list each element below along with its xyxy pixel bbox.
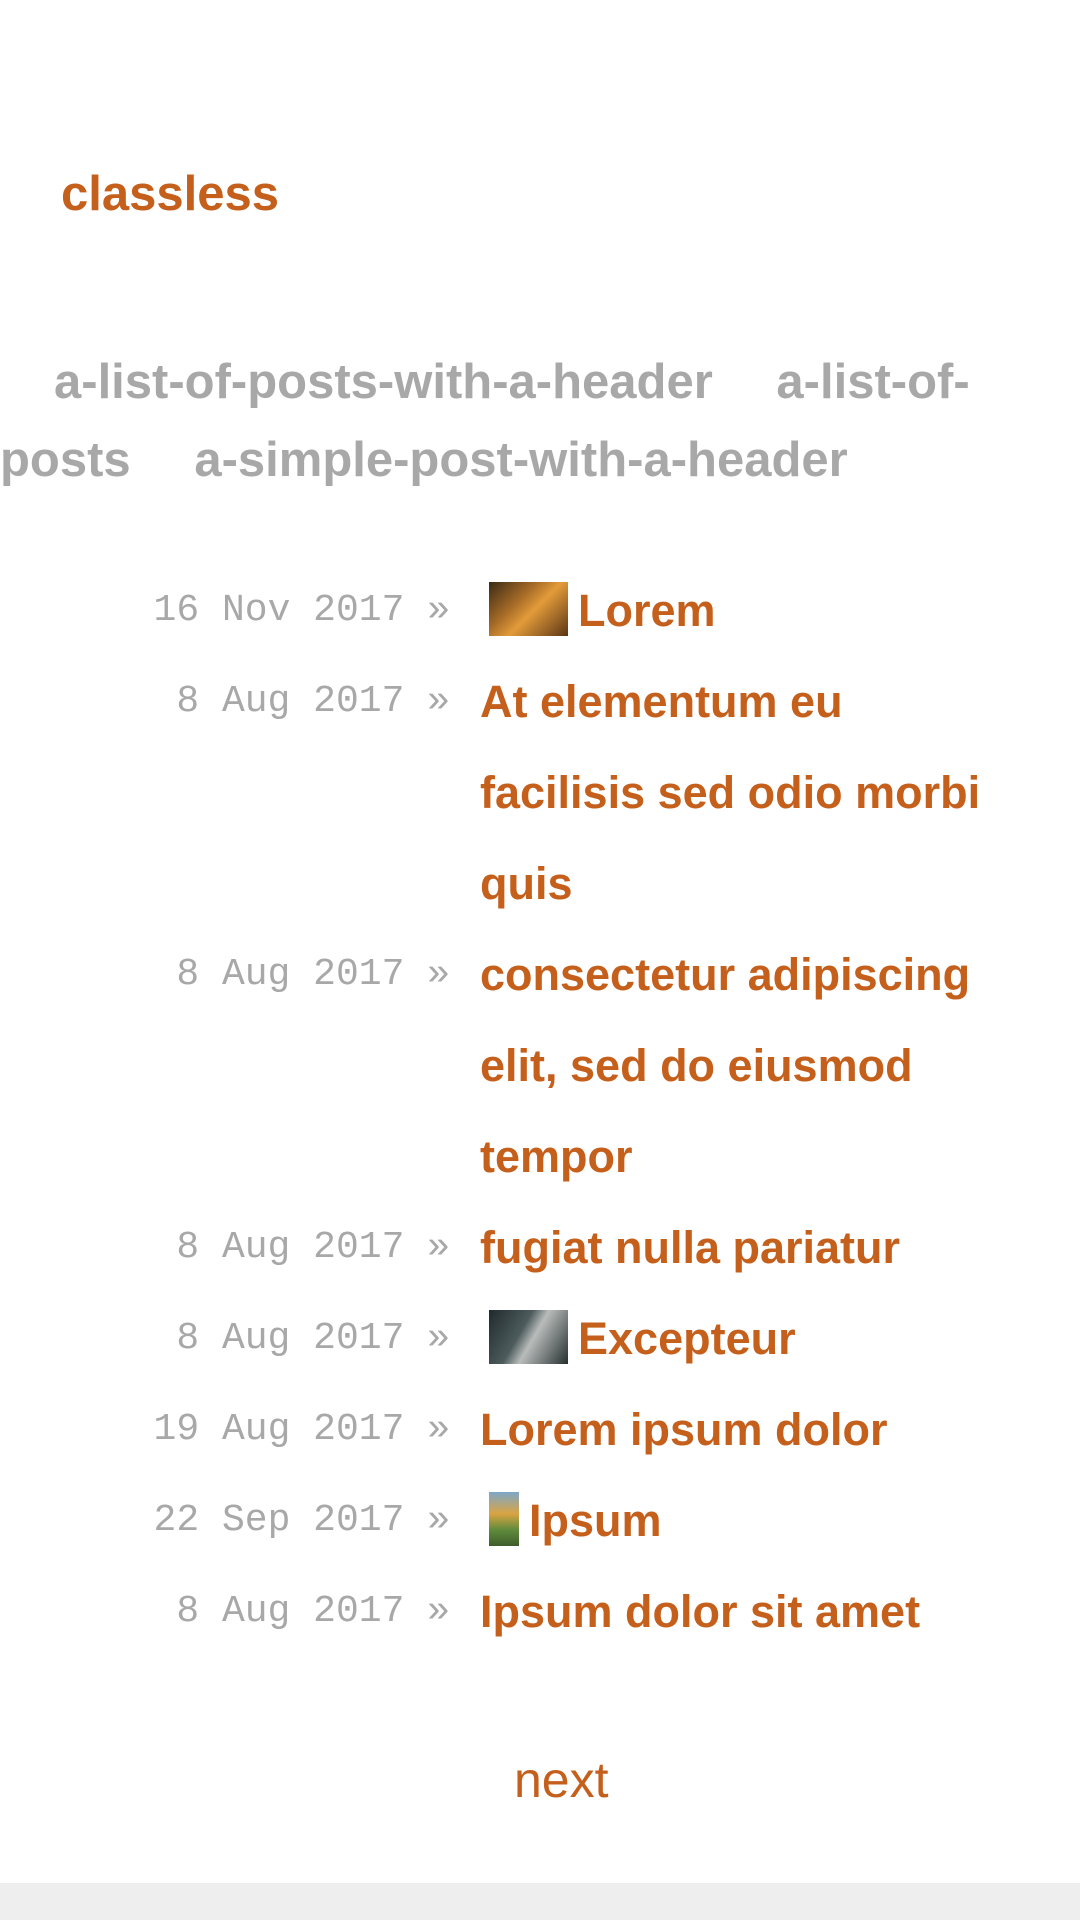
post-title-link[interactable]: Lorem ipsum dolor (480, 1384, 1010, 1475)
post-date: 16 Nov 2017 » (153, 589, 450, 632)
post-thumbnail (489, 1310, 568, 1365)
site-title-link[interactable]: classless (61, 165, 279, 224)
post-row: 8 Aug 2017 » Ipsum dolor sit amet (0, 1566, 1080, 1657)
tag-list: a-list-of-posts-with-a-header a-list-of-… (0, 343, 1055, 499)
post-thumbnail (489, 582, 568, 637)
post-row: 19 Aug 2017 » Lorem ipsum dolor (0, 1384, 1080, 1475)
post-row: 22 Sep 2017 » Ipsum (0, 1475, 1080, 1566)
post-row: 8 Aug 2017 » At elementum eu facilisis s… (0, 656, 1080, 929)
post-row: 8 Aug 2017 » Excepteur (0, 1293, 1080, 1384)
post-date: 8 Aug 2017 » (176, 953, 450, 996)
post-title-link[interactable]: consectetur adipiscing elit, sed do eius… (480, 929, 1010, 1202)
post-title-text: Ipsum (529, 1495, 662, 1546)
post-title-link[interactable]: Ipsum (480, 1475, 1010, 1566)
post-row: 16 Nov 2017 » Lorem (0, 565, 1080, 656)
post-row: 8 Aug 2017 » fugiat nulla pariatur (0, 1202, 1080, 1293)
post-date: 8 Aug 2017 » (176, 1317, 450, 1360)
post-list: 16 Nov 2017 » Lorem 8 Aug 2017 » At elem… (0, 565, 1080, 1657)
post-title-link[interactable]: Ipsum dolor sit amet (480, 1566, 1010, 1657)
post-date: 19 Aug 2017 » (153, 1408, 450, 1451)
footer-bar (0, 1883, 1080, 1920)
post-title-link[interactable]: Lorem (480, 565, 1010, 656)
post-thumbnail (489, 1492, 519, 1547)
post-title-link[interactable]: At elementum eu facilisis sed odio morbi… (480, 656, 1010, 929)
tag-link-list-of-posts-with-header[interactable]: a-list-of-posts-with-a-header (54, 355, 713, 409)
post-date: 22 Sep 2017 » (153, 1499, 450, 1542)
post-title-text: Excepteur (578, 1313, 796, 1364)
post-date: 8 Aug 2017 » (176, 680, 450, 723)
post-date: 8 Aug 2017 » (176, 1226, 450, 1269)
post-row: 8 Aug 2017 » consectetur adipiscing elit… (0, 929, 1080, 1202)
post-title-link[interactable]: Excepteur (480, 1293, 1010, 1384)
post-title-link[interactable]: fugiat nulla pariatur (480, 1202, 1010, 1293)
tag-link-simple-post-with-header[interactable]: a-simple-post-with-a-header (194, 433, 847, 487)
post-date: 8 Aug 2017 » (176, 1590, 450, 1633)
next-page-link[interactable]: next (514, 1750, 609, 1810)
post-title-text: Lorem (578, 585, 716, 636)
